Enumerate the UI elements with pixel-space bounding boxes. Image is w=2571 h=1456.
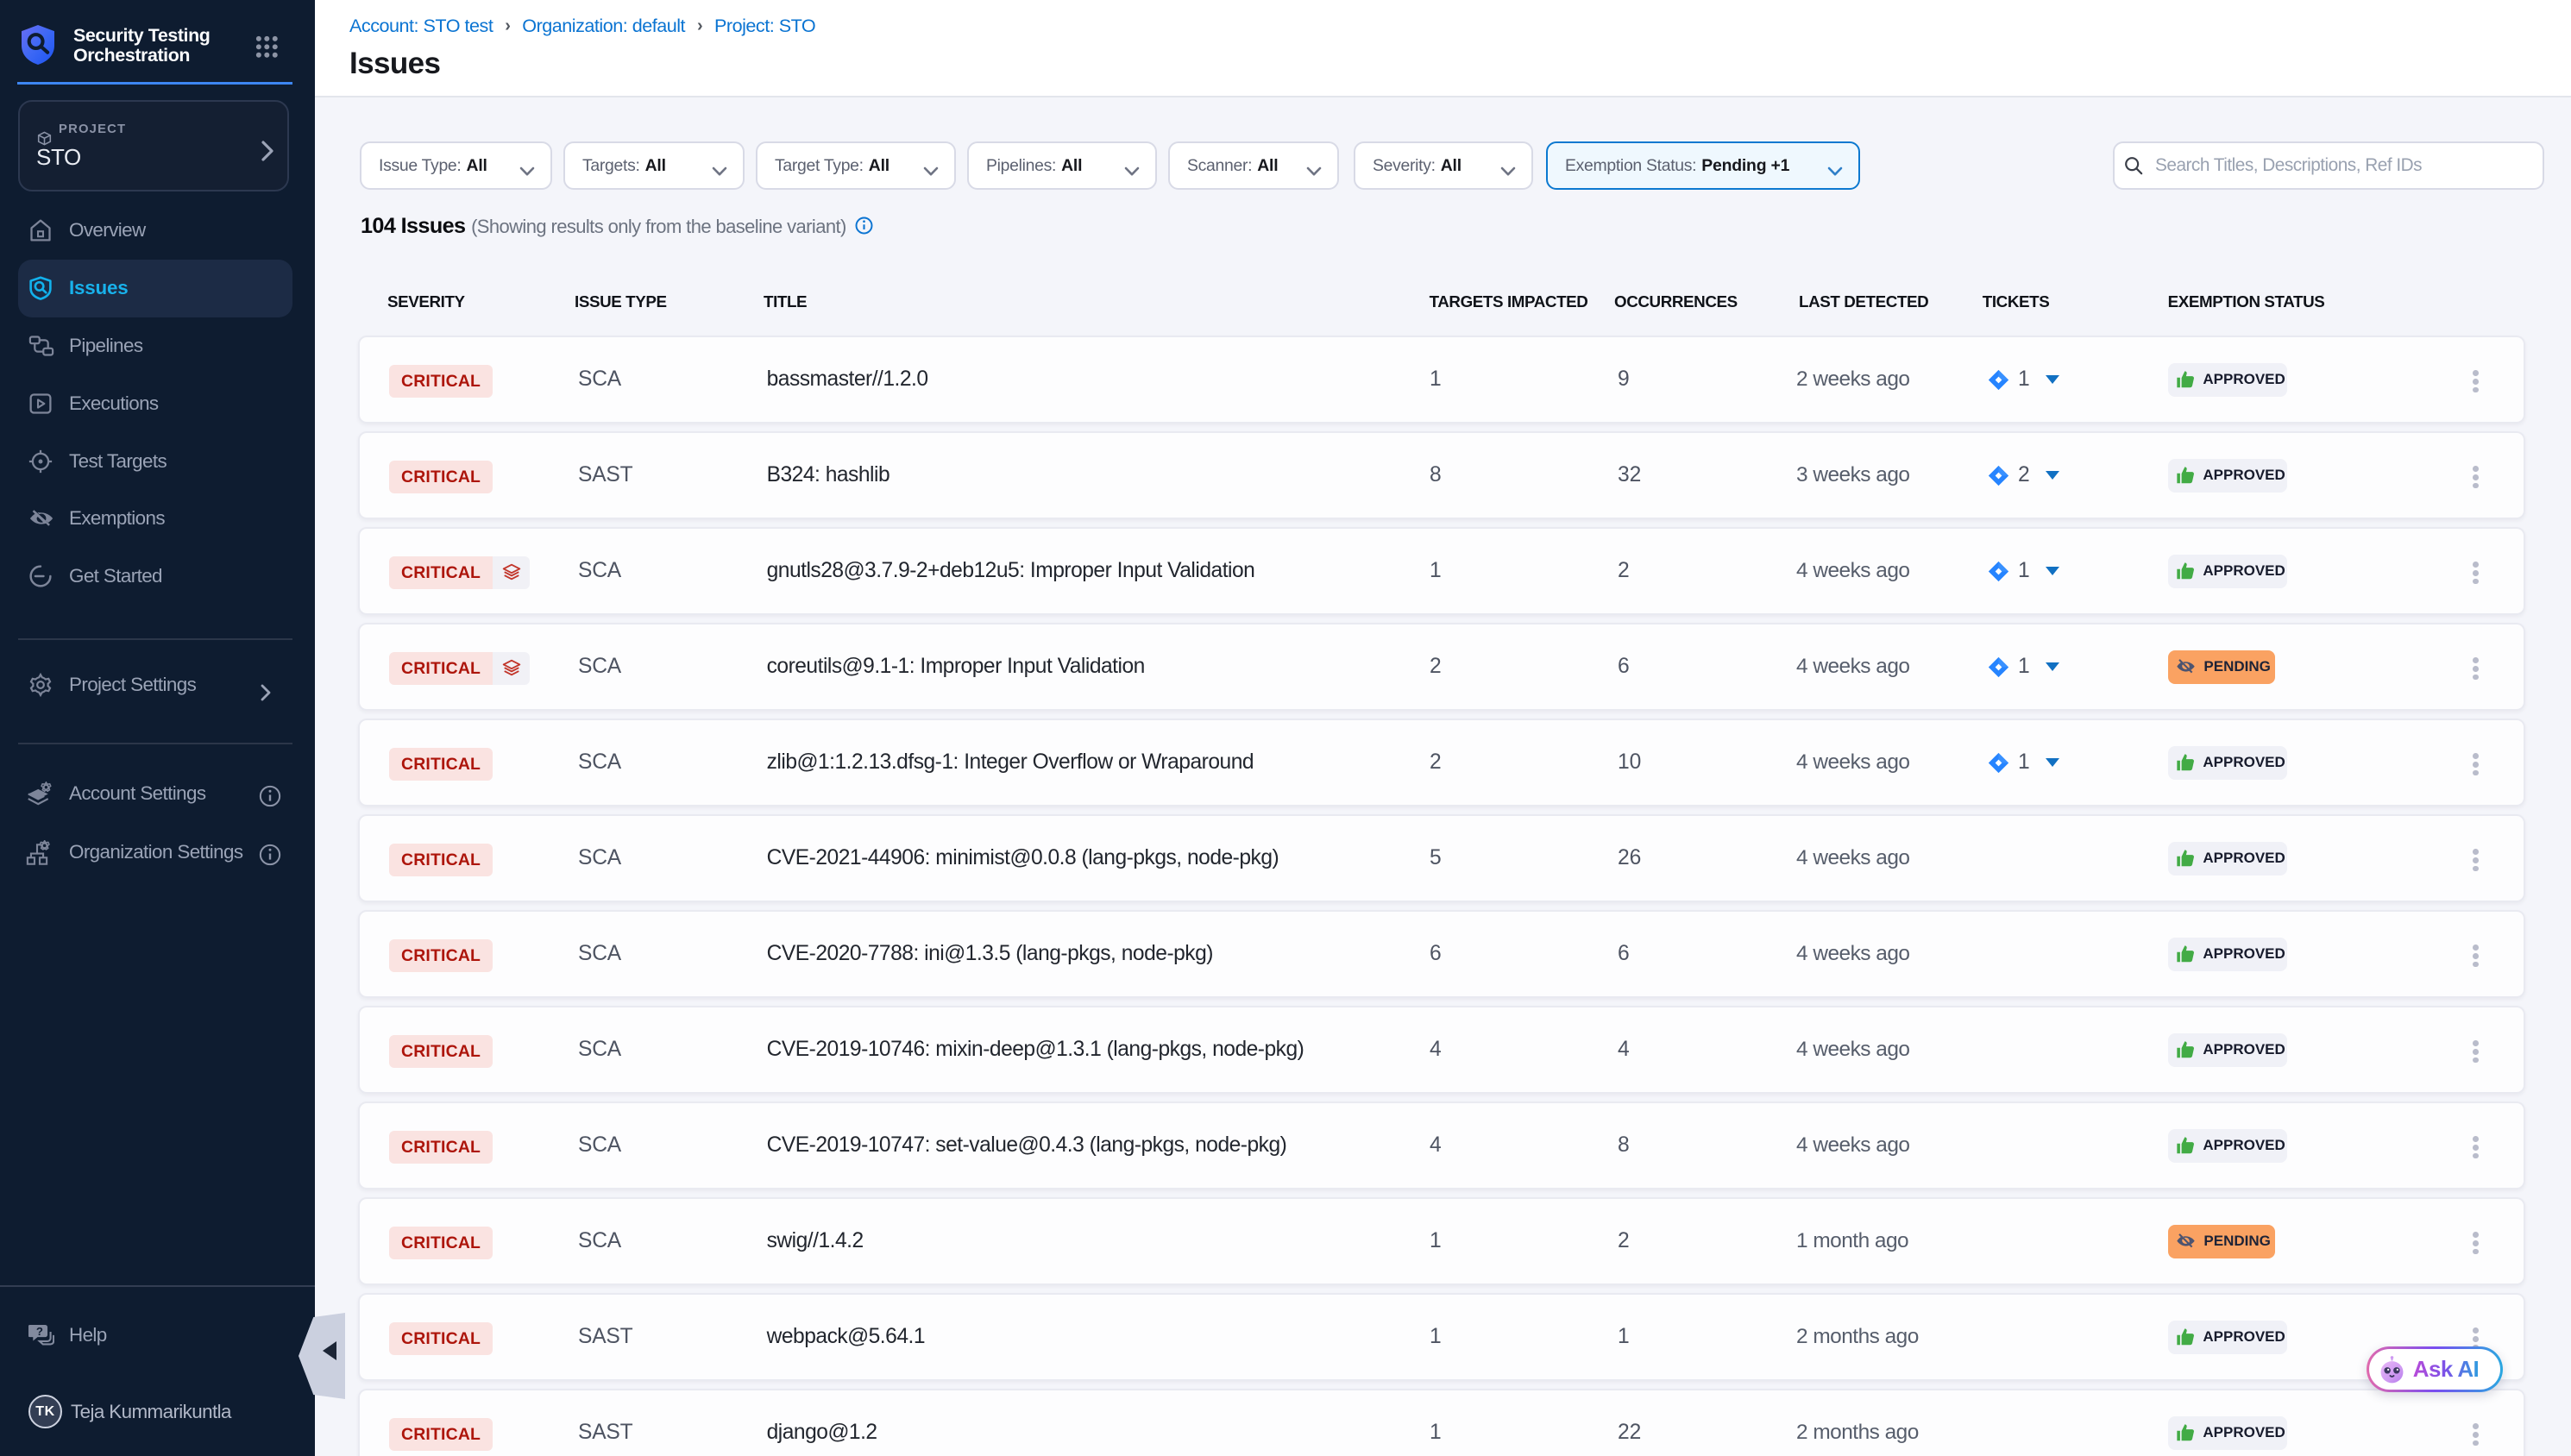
svg-text:?: ? [36,1325,43,1338]
